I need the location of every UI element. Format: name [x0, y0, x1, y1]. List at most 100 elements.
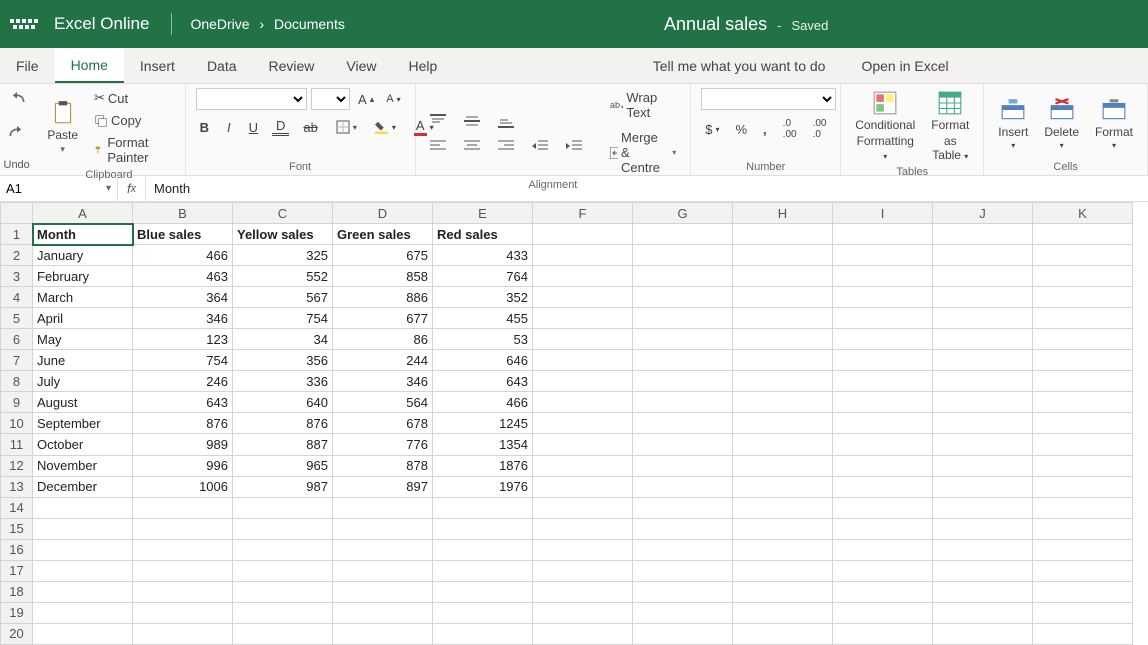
- cell-A16[interactable]: [33, 539, 133, 560]
- cell-H6[interactable]: [733, 329, 833, 350]
- cell-G19[interactable]: [633, 602, 733, 623]
- cell-B6[interactable]: 123: [133, 329, 233, 350]
- cell-C1[interactable]: Yellow sales: [233, 224, 333, 245]
- cell-B11[interactable]: 989: [133, 434, 233, 455]
- cell-I7[interactable]: [833, 350, 933, 371]
- cell-A6[interactable]: May: [33, 329, 133, 350]
- cell-B2[interactable]: 466: [133, 245, 233, 266]
- tab-file[interactable]: File: [0, 48, 55, 83]
- cell-D11[interactable]: 776: [333, 434, 433, 455]
- cell-G1[interactable]: [633, 224, 733, 245]
- italic-button[interactable]: I: [223, 118, 235, 137]
- cell-G7[interactable]: [633, 350, 733, 371]
- row-header-18[interactable]: 18: [1, 581, 33, 602]
- cell-F5[interactable]: [533, 308, 633, 329]
- cell-K3[interactable]: [1033, 266, 1133, 287]
- cell-G16[interactable]: [633, 539, 733, 560]
- cell-I1[interactable]: [833, 224, 933, 245]
- breadcrumb-folder[interactable]: Documents: [274, 16, 345, 32]
- cell-F12[interactable]: [533, 455, 633, 476]
- cell-K13[interactable]: [1033, 476, 1133, 497]
- cell-I17[interactable]: [833, 560, 933, 581]
- row-header-19[interactable]: 19: [1, 602, 33, 623]
- cell-D7[interactable]: 244: [333, 350, 433, 371]
- column-header-K[interactable]: K: [1033, 203, 1133, 224]
- cell-G4[interactable]: [633, 287, 733, 308]
- cell-H7[interactable]: [733, 350, 833, 371]
- undo-button[interactable]: [7, 92, 27, 112]
- column-header-D[interactable]: D: [333, 203, 433, 224]
- row-header-3[interactable]: 3: [1, 266, 33, 287]
- underline-button[interactable]: U: [245, 118, 262, 137]
- cell-K15[interactable]: [1033, 518, 1133, 539]
- row-header-8[interactable]: 8: [1, 371, 33, 392]
- column-header-J[interactable]: J: [933, 203, 1033, 224]
- cell-B12[interactable]: 996: [133, 455, 233, 476]
- cell-D19[interactable]: [333, 602, 433, 623]
- tell-me-search[interactable]: Tell me what you want to do: [635, 48, 844, 83]
- cell-B18[interactable]: [133, 581, 233, 602]
- cell-I20[interactable]: [833, 623, 933, 644]
- cell-F2[interactable]: [533, 245, 633, 266]
- row-header-16[interactable]: 16: [1, 539, 33, 560]
- cell-I4[interactable]: [833, 287, 933, 308]
- cell-K18[interactable]: [1033, 581, 1133, 602]
- tab-help[interactable]: Help: [393, 48, 454, 83]
- align-right-button[interactable]: [494, 138, 518, 154]
- cell-J11[interactable]: [933, 434, 1033, 455]
- tab-review[interactable]: Review: [253, 48, 331, 83]
- fill-color-button[interactable]: ▾: [371, 118, 400, 136]
- copy-button[interactable]: Copy: [90, 111, 175, 130]
- cell-A10[interactable]: September: [33, 413, 133, 434]
- cell-G2[interactable]: [633, 245, 733, 266]
- cell-A8[interactable]: July: [33, 371, 133, 392]
- cell-H11[interactable]: [733, 434, 833, 455]
- cell-K20[interactable]: [1033, 623, 1133, 644]
- cell-J12[interactable]: [933, 455, 1033, 476]
- number-format-select[interactable]: [701, 88, 836, 110]
- cell-G5[interactable]: [633, 308, 733, 329]
- chevron-down-icon[interactable]: ▾: [106, 183, 111, 194]
- cell-C4[interactable]: 567: [233, 287, 333, 308]
- cell-A12[interactable]: November: [33, 455, 133, 476]
- cell-D4[interactable]: 886: [333, 287, 433, 308]
- cell-E4[interactable]: 352: [433, 287, 533, 308]
- cell-B1[interactable]: Blue sales: [133, 224, 233, 245]
- cell-A7[interactable]: June: [33, 350, 133, 371]
- cell-E10[interactable]: 1245: [433, 413, 533, 434]
- cell-I18[interactable]: [833, 581, 933, 602]
- cell-J8[interactable]: [933, 371, 1033, 392]
- cell-G3[interactable]: [633, 266, 733, 287]
- cell-H15[interactable]: [733, 518, 833, 539]
- cell-H20[interactable]: [733, 623, 833, 644]
- cell-D17[interactable]: [333, 560, 433, 581]
- cell-I11[interactable]: [833, 434, 933, 455]
- cell-J7[interactable]: [933, 350, 1033, 371]
- cell-A1[interactable]: Month: [33, 224, 133, 245]
- column-header-A[interactable]: A: [33, 203, 133, 224]
- cell-D3[interactable]: 858: [333, 266, 433, 287]
- column-header-E[interactable]: E: [433, 203, 533, 224]
- column-header-F[interactable]: F: [533, 203, 633, 224]
- cell-D6[interactable]: 86: [333, 329, 433, 350]
- cell-K19[interactable]: [1033, 602, 1133, 623]
- cell-A4[interactable]: March: [33, 287, 133, 308]
- cell-J9[interactable]: [933, 392, 1033, 413]
- cell-I8[interactable]: [833, 371, 933, 392]
- double-underline-button[interactable]: D: [272, 119, 289, 136]
- cell-J20[interactable]: [933, 623, 1033, 644]
- cell-B10[interactable]: 876: [133, 413, 233, 434]
- cell-E3[interactable]: 764: [433, 266, 533, 287]
- cell-J10[interactable]: [933, 413, 1033, 434]
- cell-A15[interactable]: [33, 518, 133, 539]
- format-cells-button[interactable]: Format▾: [1091, 95, 1137, 152]
- cell-G8[interactable]: [633, 371, 733, 392]
- cell-E11[interactable]: 1354: [433, 434, 533, 455]
- tab-view[interactable]: View: [330, 48, 392, 83]
- redo-button[interactable]: [7, 126, 27, 146]
- cell-H8[interactable]: [733, 371, 833, 392]
- cell-E19[interactable]: [433, 602, 533, 623]
- row-header-12[interactable]: 12: [1, 455, 33, 476]
- cell-K2[interactable]: [1033, 245, 1133, 266]
- row-header-6[interactable]: 6: [1, 329, 33, 350]
